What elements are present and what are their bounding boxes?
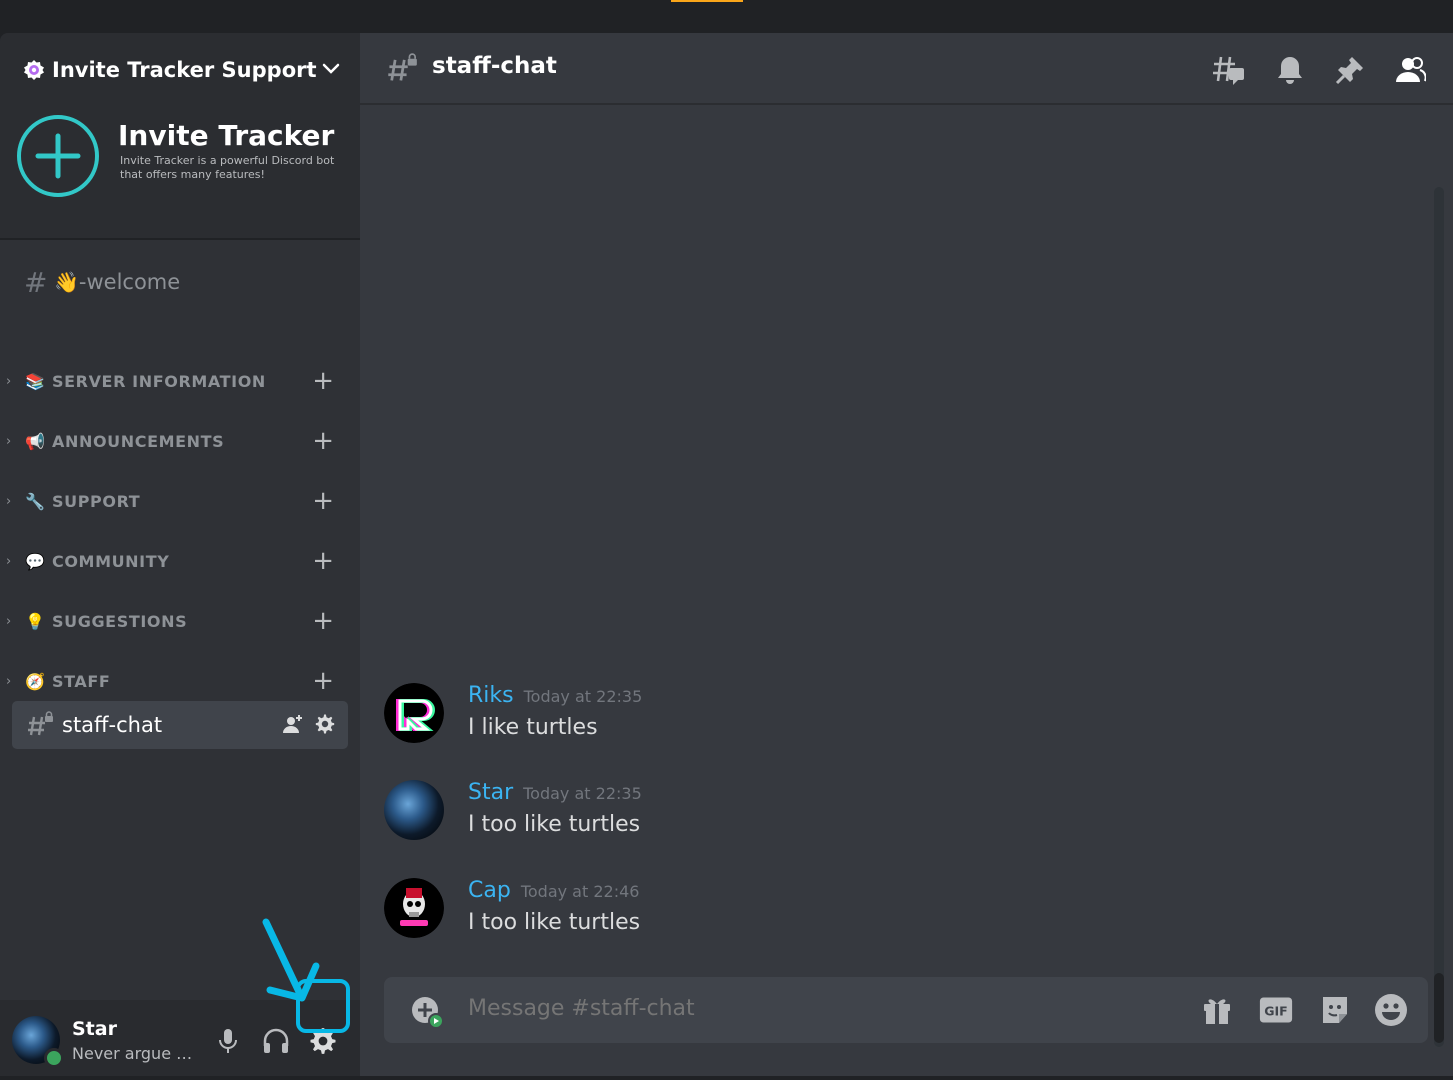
compass-emoji: 🧭: [25, 671, 45, 691]
banner-description: Invite Tracker is a powerful Discord bot…: [120, 154, 335, 181]
message-text: I like turtles: [468, 715, 598, 740]
locked-hashtag-icon: [386, 53, 418, 85]
sticker-icon[interactable]: [1318, 993, 1352, 1027]
message-item: Riks Today at 22:35 I like turtles: [384, 683, 1384, 753]
chevron-right-icon: ›: [6, 553, 12, 569]
channel-name: -welcome: [78, 270, 181, 294]
hashtag-icon: #: [24, 265, 48, 299]
message-timestamp: Today at 22:46: [520, 882, 640, 901]
megaphone-emoji: 📢: [25, 431, 45, 451]
gift-icon[interactable]: [1200, 993, 1234, 1027]
channel-staff-chat[interactable]: staff-chat: [12, 701, 348, 749]
message-timestamp: Today at 22:35: [523, 784, 642, 803]
category-label: COMMUNITY: [52, 551, 170, 571]
category-suggestions[interactable]: › 💡 SUGGESTIONS +: [6, 606, 346, 636]
title-bar: [0, 0, 1453, 33]
gif-label: GIF: [1264, 1003, 1287, 1018]
microphone-icon[interactable]: [211, 1024, 245, 1058]
user-custom-status: Never argue w...: [72, 1044, 200, 1063]
avatar[interactable]: [384, 683, 444, 743]
server-name: Invite Tracker Support: [52, 58, 317, 82]
chevron-right-icon: ›: [6, 433, 12, 449]
message-list: Riks Today at 22:35 I like turtles Star To…: [360, 105, 1453, 1047]
upload-attachment-icon[interactable]: [410, 995, 444, 1029]
wave-emoji: 👋: [54, 270, 79, 294]
category-server-information[interactable]: › 📚 SERVER INFORMATION +: [6, 366, 346, 396]
message-input[interactable]: [468, 996, 1168, 1021]
message-text: I too like turtles: [468, 910, 641, 935]
server-header: Invite Tracker Support Invite Tracker In…: [0, 33, 360, 240]
window-bottom-edge: [0, 1076, 1453, 1080]
lightbulb-emoji: 💡: [25, 611, 45, 631]
channel-title: staff-chat: [432, 53, 557, 79]
locked-hashtag-icon: [26, 711, 54, 739]
message-composer: GIF: [384, 977, 1428, 1043]
message-author[interactable]: Cap Today at 22:46: [468, 878, 639, 903]
user-name: Star: [72, 1018, 117, 1040]
title-bar-accent: [671, 0, 743, 2]
channel-welcome[interactable]: # 👋 -welcome: [24, 264, 180, 300]
category-label: SUPPORT: [52, 491, 141, 511]
add-channel-icon[interactable]: +: [312, 488, 334, 514]
message-item: Cap Today at 22:46 I too like turtles: [384, 878, 1384, 948]
invite-member-icon[interactable]: [282, 713, 304, 739]
avatar[interactable]: [384, 878, 444, 938]
category-staff[interactable]: › 🧭 STAFF +: [6, 666, 346, 696]
bell-icon[interactable]: [1273, 53, 1307, 87]
add-channel-icon[interactable]: +: [312, 668, 334, 694]
invite-tracker-logo: [16, 114, 100, 198]
add-channel-icon[interactable]: +: [312, 368, 334, 394]
speech-bubble-emoji: 💬: [25, 551, 45, 571]
chevron-right-icon: ›: [6, 673, 12, 689]
chevron-right-icon: ›: [6, 493, 12, 509]
add-channel-icon[interactable]: +: [312, 548, 334, 574]
scrollbar-track[interactable]: [1434, 187, 1444, 1047]
avatar[interactable]: [384, 780, 444, 840]
books-emoji: 📚: [25, 371, 45, 391]
chevron-right-icon: ›: [6, 373, 12, 389]
server-name-button[interactable]: Invite Tracker Support: [22, 55, 342, 85]
category-community[interactable]: › 💬 COMMUNITY +: [6, 546, 346, 576]
channel-header: staff-chat: [360, 33, 1453, 105]
pin-icon[interactable]: [1333, 53, 1367, 87]
chevron-right-icon: ›: [6, 613, 12, 629]
category-label: SUGGESTIONS: [52, 611, 188, 631]
category-label: STAFF: [52, 671, 111, 691]
message-item: Star Today at 22:35 I too like turtles: [384, 780, 1384, 850]
category-label: SERVER INFORMATION: [52, 371, 266, 391]
message-author[interactable]: Riks Today at 22:35: [468, 683, 642, 708]
threads-icon[interactable]: [1212, 53, 1246, 87]
channel-name: staff-chat: [62, 713, 163, 737]
gif-icon[interactable]: GIF: [1259, 993, 1293, 1027]
members-icon[interactable]: [1393, 53, 1427, 87]
wrench-emoji: 🔧: [25, 491, 45, 511]
message-author[interactable]: Star Today at 22:35: [468, 780, 642, 805]
emoji-icon[interactable]: [1374, 993, 1408, 1027]
annotation-arrow-icon: [262, 918, 320, 1002]
add-channel-icon[interactable]: +: [312, 428, 334, 454]
message-text: I too like turtles: [468, 812, 641, 837]
category-announcements[interactable]: › 📢 ANNOUNCEMENTS +: [6, 426, 346, 456]
chevron-down-icon[interactable]: [320, 57, 342, 83]
author-name[interactable]: Cap: [468, 878, 511, 903]
server-badge-icon: [22, 58, 46, 82]
scrollbar-thumb[interactable]: [1434, 973, 1444, 1043]
banner-title: Invite Tracker: [118, 119, 335, 152]
channel-actions: [282, 713, 336, 739]
add-channel-icon[interactable]: +: [312, 608, 334, 634]
category-label: ANNOUNCEMENTS: [52, 431, 225, 451]
headphones-icon[interactable]: [259, 1024, 293, 1058]
online-status-indicator: [44, 1048, 64, 1068]
message-timestamp: Today at 22:35: [523, 687, 643, 706]
author-name[interactable]: Riks: [468, 683, 514, 708]
chat-main: staff-chat Riks Today at 22:35 I like tu…: [360, 33, 1453, 1080]
author-name[interactable]: Star: [468, 780, 513, 805]
category-support[interactable]: › 🔧 SUPPORT +: [6, 486, 346, 516]
gear-icon[interactable]: [314, 713, 336, 739]
